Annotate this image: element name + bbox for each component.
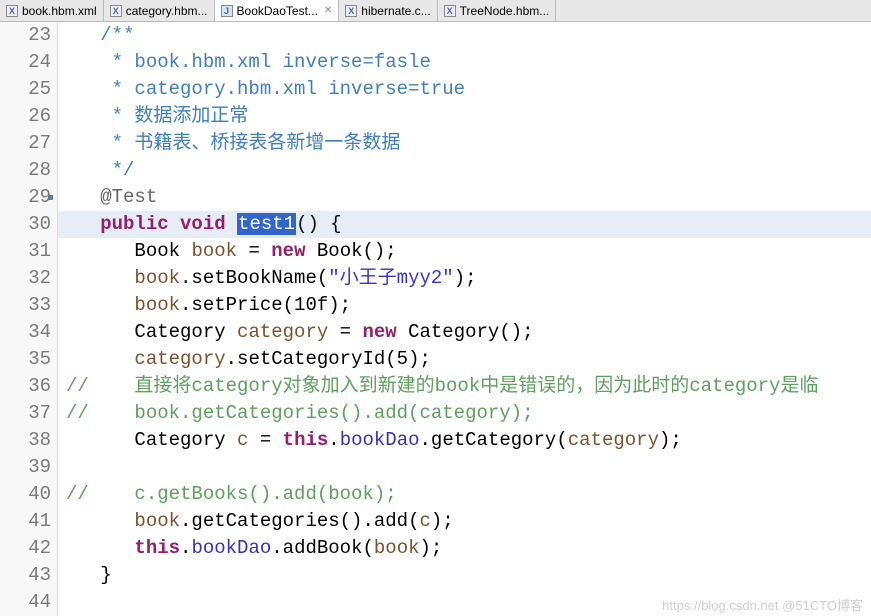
tab-3[interactable]: Xhibernate.c... [339, 0, 437, 21]
code-line[interactable]: category.setCategoryId(5); [58, 346, 871, 373]
code-line[interactable]: @Test [58, 184, 871, 211]
tab-4[interactable]: X TreeNode.hbm... [438, 0, 557, 21]
tab-1[interactable]: Xcategory.hbm... [104, 0, 215, 21]
code-line[interactable]: } [58, 562, 871, 589]
line-number: 42 [0, 535, 51, 562]
line-number: 30 [0, 211, 51, 238]
line-number: 24 [0, 49, 51, 76]
tab-label: hibernate.c... [361, 4, 430, 18]
code-line[interactable]: // c.getBooks().add(book); [58, 481, 871, 508]
tab-label: book.hbm.xml [22, 4, 97, 18]
line-number: 37 [0, 400, 51, 427]
line-number: 23 [0, 22, 51, 49]
line-number: 28 [0, 157, 51, 184]
code-line[interactable]: book.getCategories().add(c); [58, 508, 871, 535]
tab-bar: Xbook.hbm.xmlXcategory.hbm...JBookDaoTes… [0, 0, 871, 22]
code-area[interactable]: /** * book.hbm.xml inverse=fasle * categ… [58, 22, 871, 616]
close-icon[interactable]: ✕ [324, 5, 332, 16]
line-number: 39 [0, 454, 51, 481]
code-line[interactable]: /** [58, 22, 871, 49]
line-number: 25 [0, 76, 51, 103]
xml-file-icon: X [444, 5, 456, 17]
line-number: 44 [0, 589, 51, 616]
line-number: 35 [0, 346, 51, 373]
line-number-gutter: 2324252627282930313233343536373839404142… [0, 22, 58, 616]
line-number: 33 [0, 292, 51, 319]
selection: test1 [237, 213, 296, 235]
line-number: 38 [0, 427, 51, 454]
xml-file-icon: X [6, 5, 18, 17]
code-line[interactable]: // 直接将category对象加入到新建的book中是错误的，因为此时的cat… [58, 373, 871, 400]
line-number: 26 [0, 103, 51, 130]
tab-label: BookDaoTest... [237, 4, 318, 18]
tab-2[interactable]: J BookDaoTest... ✕ [215, 0, 340, 21]
line-number: 31 [0, 238, 51, 265]
code-line[interactable]: book.setPrice(10f); [58, 292, 871, 319]
code-line[interactable]: Book book = new Book(); [58, 238, 871, 265]
line-number: 27 [0, 130, 51, 157]
code-line[interactable]: * 书籍表、桥接表各新增一条数据 [58, 130, 871, 157]
xml-file-icon: X [110, 5, 122, 17]
code-line[interactable]: this.bookDao.addBook(book); [58, 535, 871, 562]
java-file-icon: J [221, 5, 233, 17]
code-line[interactable]: // book.getCategories().add(category); [58, 400, 871, 427]
line-number: 32 [0, 265, 51, 292]
watermark: https://blog.csdn.net @51CTO博客 [662, 595, 863, 614]
tab-label: category.hbm... [126, 4, 208, 18]
line-number: 34 [0, 319, 51, 346]
tab-0[interactable]: Xbook.hbm.xml [0, 0, 104, 21]
code-line[interactable]: public void test1() { [58, 211, 871, 238]
line-number: 29 [0, 184, 51, 211]
line-number: 36 [0, 373, 51, 400]
line-number: 43 [0, 562, 51, 589]
code-line[interactable]: Category c = this.bookDao.getCategory(ca… [58, 427, 871, 454]
code-line[interactable]: */ [58, 157, 871, 184]
code-line[interactable]: book.setBookName("小王子myy2"); [58, 265, 871, 292]
line-number: 40 [0, 481, 51, 508]
xml-file-icon: X [345, 5, 357, 17]
editor-area: 2324252627282930313233343536373839404142… [0, 22, 871, 616]
code-line[interactable]: * book.hbm.xml inverse=fasle [58, 49, 871, 76]
code-line[interactable] [58, 454, 871, 481]
code-line[interactable]: * 数据添加正常 [58, 103, 871, 130]
line-number: 41 [0, 508, 51, 535]
code-line[interactable]: Category category = new Category(); [58, 319, 871, 346]
code-line[interactable]: * category.hbm.xml inverse=true [58, 76, 871, 103]
tab-label: TreeNode.hbm... [460, 4, 550, 18]
